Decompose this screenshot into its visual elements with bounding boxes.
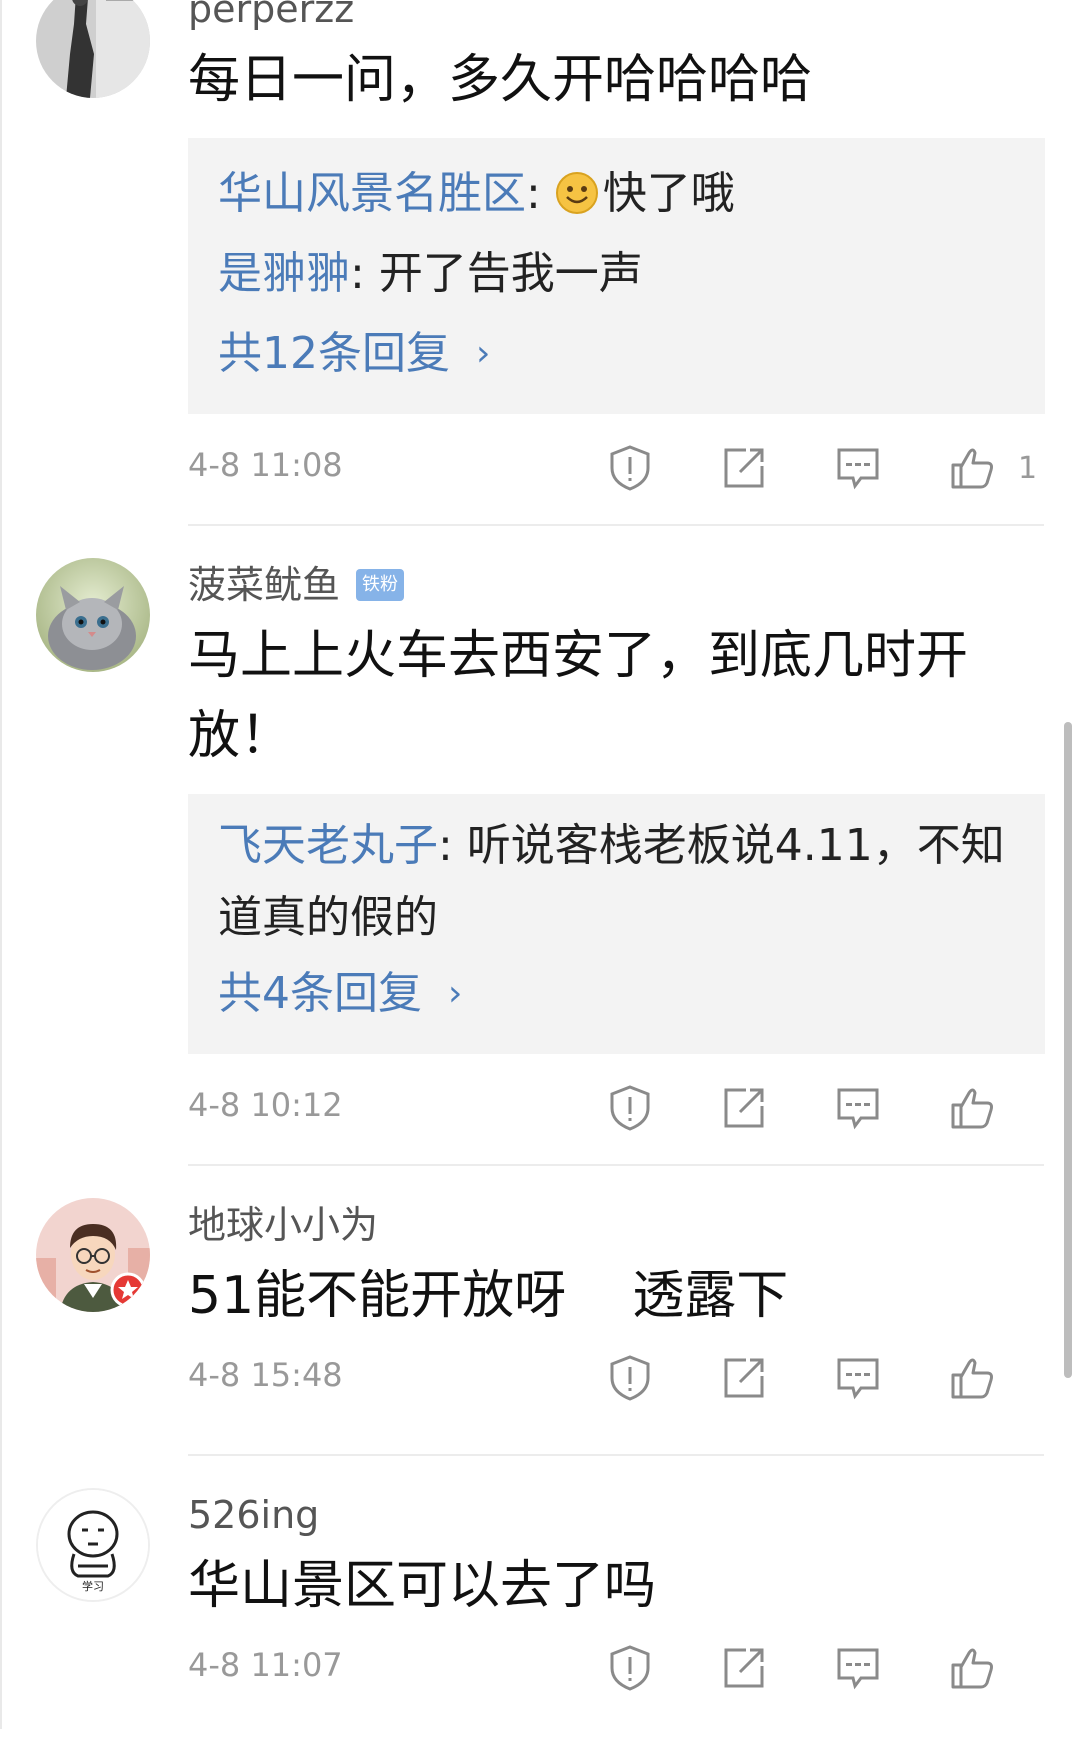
thumbs-up-icon — [951, 1088, 993, 1129]
comment-actions — [548, 1636, 1044, 1700]
comment-time: 4-8 11:07 — [188, 1646, 343, 1684]
chevron-right-icon: › — [448, 973, 463, 1014]
share-button[interactable] — [712, 1076, 776, 1140]
more-replies-label: 共4条回复 — [218, 968, 422, 1019]
reply-button[interactable] — [826, 1636, 890, 1700]
comment-icon — [837, 1358, 879, 1400]
username-text: perperzz — [188, 0, 355, 31]
chevron-right-icon: › — [476, 333, 491, 374]
comment-text: 每日一问，多久开哈哈哈哈 — [188, 50, 813, 110]
reply-author[interactable]: 华山风景名胜区 — [218, 168, 526, 219]
reply-box[interactable]: 华山风景名胜区: 快了哦 是翀翀: 开了告我一声 共12条回复 › — [188, 138, 1045, 414]
comment-item: 菠菜鱿鱼 铁粉 马上上火车去西安了，到底几时开放！ 飞天老丸子: 听说客栈老板说… — [0, 526, 1080, 1166]
reply-button[interactable] — [826, 436, 890, 500]
comment-username[interactable]: 地球小小为 — [188, 1198, 1044, 1252]
avatar-caption: 学习 — [82, 1579, 104, 1593]
thumbs-up-icon — [951, 1358, 993, 1399]
like-button[interactable] — [940, 1076, 1004, 1140]
comment-meta: 4-8 10:12 — [188, 1054, 1044, 1166]
reply-item: 华山风景名胜区: 快了哦 — [218, 154, 1015, 234]
comment-actions — [548, 1076, 1044, 1140]
comment-icon — [837, 1648, 879, 1690]
avatar[interactable]: 学习 — [36, 1488, 150, 1602]
share-icon — [724, 1088, 764, 1128]
reply-text: 开了告我一声 — [378, 248, 643, 299]
like-button[interactable] — [940, 1636, 1004, 1700]
shield-alert-icon — [610, 445, 650, 491]
report-button[interactable] — [598, 1076, 662, 1140]
thumbs-up-icon — [951, 448, 993, 489]
username-text: 菠菜鱿鱼 — [188, 563, 341, 607]
comment-meta: 4-8 11:08 1 — [188, 414, 1044, 526]
comment-icon — [837, 1088, 879, 1130]
more-replies-label: 共12条回复 — [218, 328, 450, 379]
report-button[interactable] — [598, 1346, 662, 1410]
avatar[interactable] — [36, 1198, 150, 1312]
comment-item: perperzz 每日一问，多久开哈哈哈哈 华山风景名胜区: 快了哦 是翀翀: … — [0, 0, 1080, 526]
scrollbar[interactable] — [1064, 722, 1072, 1378]
share-icon — [724, 1358, 764, 1398]
reply-button[interactable] — [826, 1076, 890, 1140]
comment-actions — [548, 1346, 1044, 1410]
comment-time: 4-8 10:12 — [188, 1086, 343, 1124]
reply-box[interactable]: 飞天老丸子: 听说客栈老板说4.11，不知道真的假的 共4条回复 › — [188, 794, 1045, 1054]
reply-item: 飞天老丸子: 听说客栈老板说4.11，不知道真的假的 — [218, 810, 1015, 954]
more-replies-link[interactable]: 共12条回复 › — [218, 314, 1015, 394]
share-button[interactable] — [712, 436, 776, 500]
avatar[interactable] — [36, 0, 150, 98]
username-text: 526ing — [188, 1493, 320, 1537]
comment-username[interactable]: 菠菜鱿鱼 铁粉 — [188, 558, 1044, 612]
comment-item: 学习 526ing 华山景区可以去了吗 4-8 11:07 — [0, 1456, 1080, 1744]
like-count: 1 — [1018, 450, 1038, 486]
share-icon — [724, 1648, 764, 1688]
reply-author[interactable]: 是翀翀 — [218, 248, 350, 299]
more-replies-link[interactable]: 共4条回复 › — [218, 954, 1015, 1034]
comment-username[interactable]: 526ing — [188, 1488, 1044, 1542]
comment-text: 51能不能开放呀 透露下 — [188, 1266, 789, 1326]
avatar[interactable] — [36, 558, 150, 672]
username-text: 地球小小为 — [188, 1203, 379, 1247]
comment-item: 地球小小为 51能不能开放呀 透露下 4-8 15:48 — [0, 1166, 1080, 1456]
shield-alert-icon — [610, 1355, 650, 1401]
comment-actions: 1 — [548, 436, 1044, 500]
report-button[interactable] — [598, 436, 662, 500]
shield-alert-icon — [610, 1645, 650, 1691]
comment-meta: 4-8 11:07 — [188, 1626, 1044, 1744]
like-button[interactable] — [940, 436, 1004, 500]
reply-author[interactable]: 飞天老丸子 — [218, 820, 438, 871]
comment-time: 4-8 11:08 — [188, 446, 343, 484]
comment-text: 马上上火车去西安了，到底几时开放！ — [188, 626, 969, 766]
share-icon — [724, 448, 764, 488]
like-button[interactable] — [940, 1346, 1004, 1410]
comment-username[interactable]: perperzz — [188, 0, 1044, 36]
reply-colon: : — [438, 820, 467, 871]
smile-emoji-icon — [555, 161, 599, 214]
reply-text: 快了哦 — [602, 168, 735, 219]
comment-meta: 4-8 15:48 — [188, 1336, 1044, 1456]
report-button[interactable] — [598, 1636, 662, 1700]
reply-item: 是翀翀: 开了告我一声 — [218, 234, 1015, 314]
comment-feed: perperzz 每日一问，多久开哈哈哈哈 华山风景名胜区: 快了哦 是翀翀: … — [0, 0, 1080, 1744]
reply-colon: : — [350, 248, 379, 299]
reply-button[interactable] — [826, 1346, 890, 1410]
thumbs-up-icon — [951, 1648, 993, 1689]
shield-alert-icon — [610, 1085, 650, 1131]
fan-badge: 铁粉 — [356, 569, 405, 601]
comment-icon — [837, 448, 879, 490]
reply-colon: : — [526, 168, 555, 219]
comment-time: 4-8 15:48 — [188, 1356, 343, 1394]
share-button[interactable] — [712, 1636, 776, 1700]
share-button[interactable] — [712, 1346, 776, 1410]
comment-text: 华山景区可以去了吗 — [188, 1556, 657, 1616]
